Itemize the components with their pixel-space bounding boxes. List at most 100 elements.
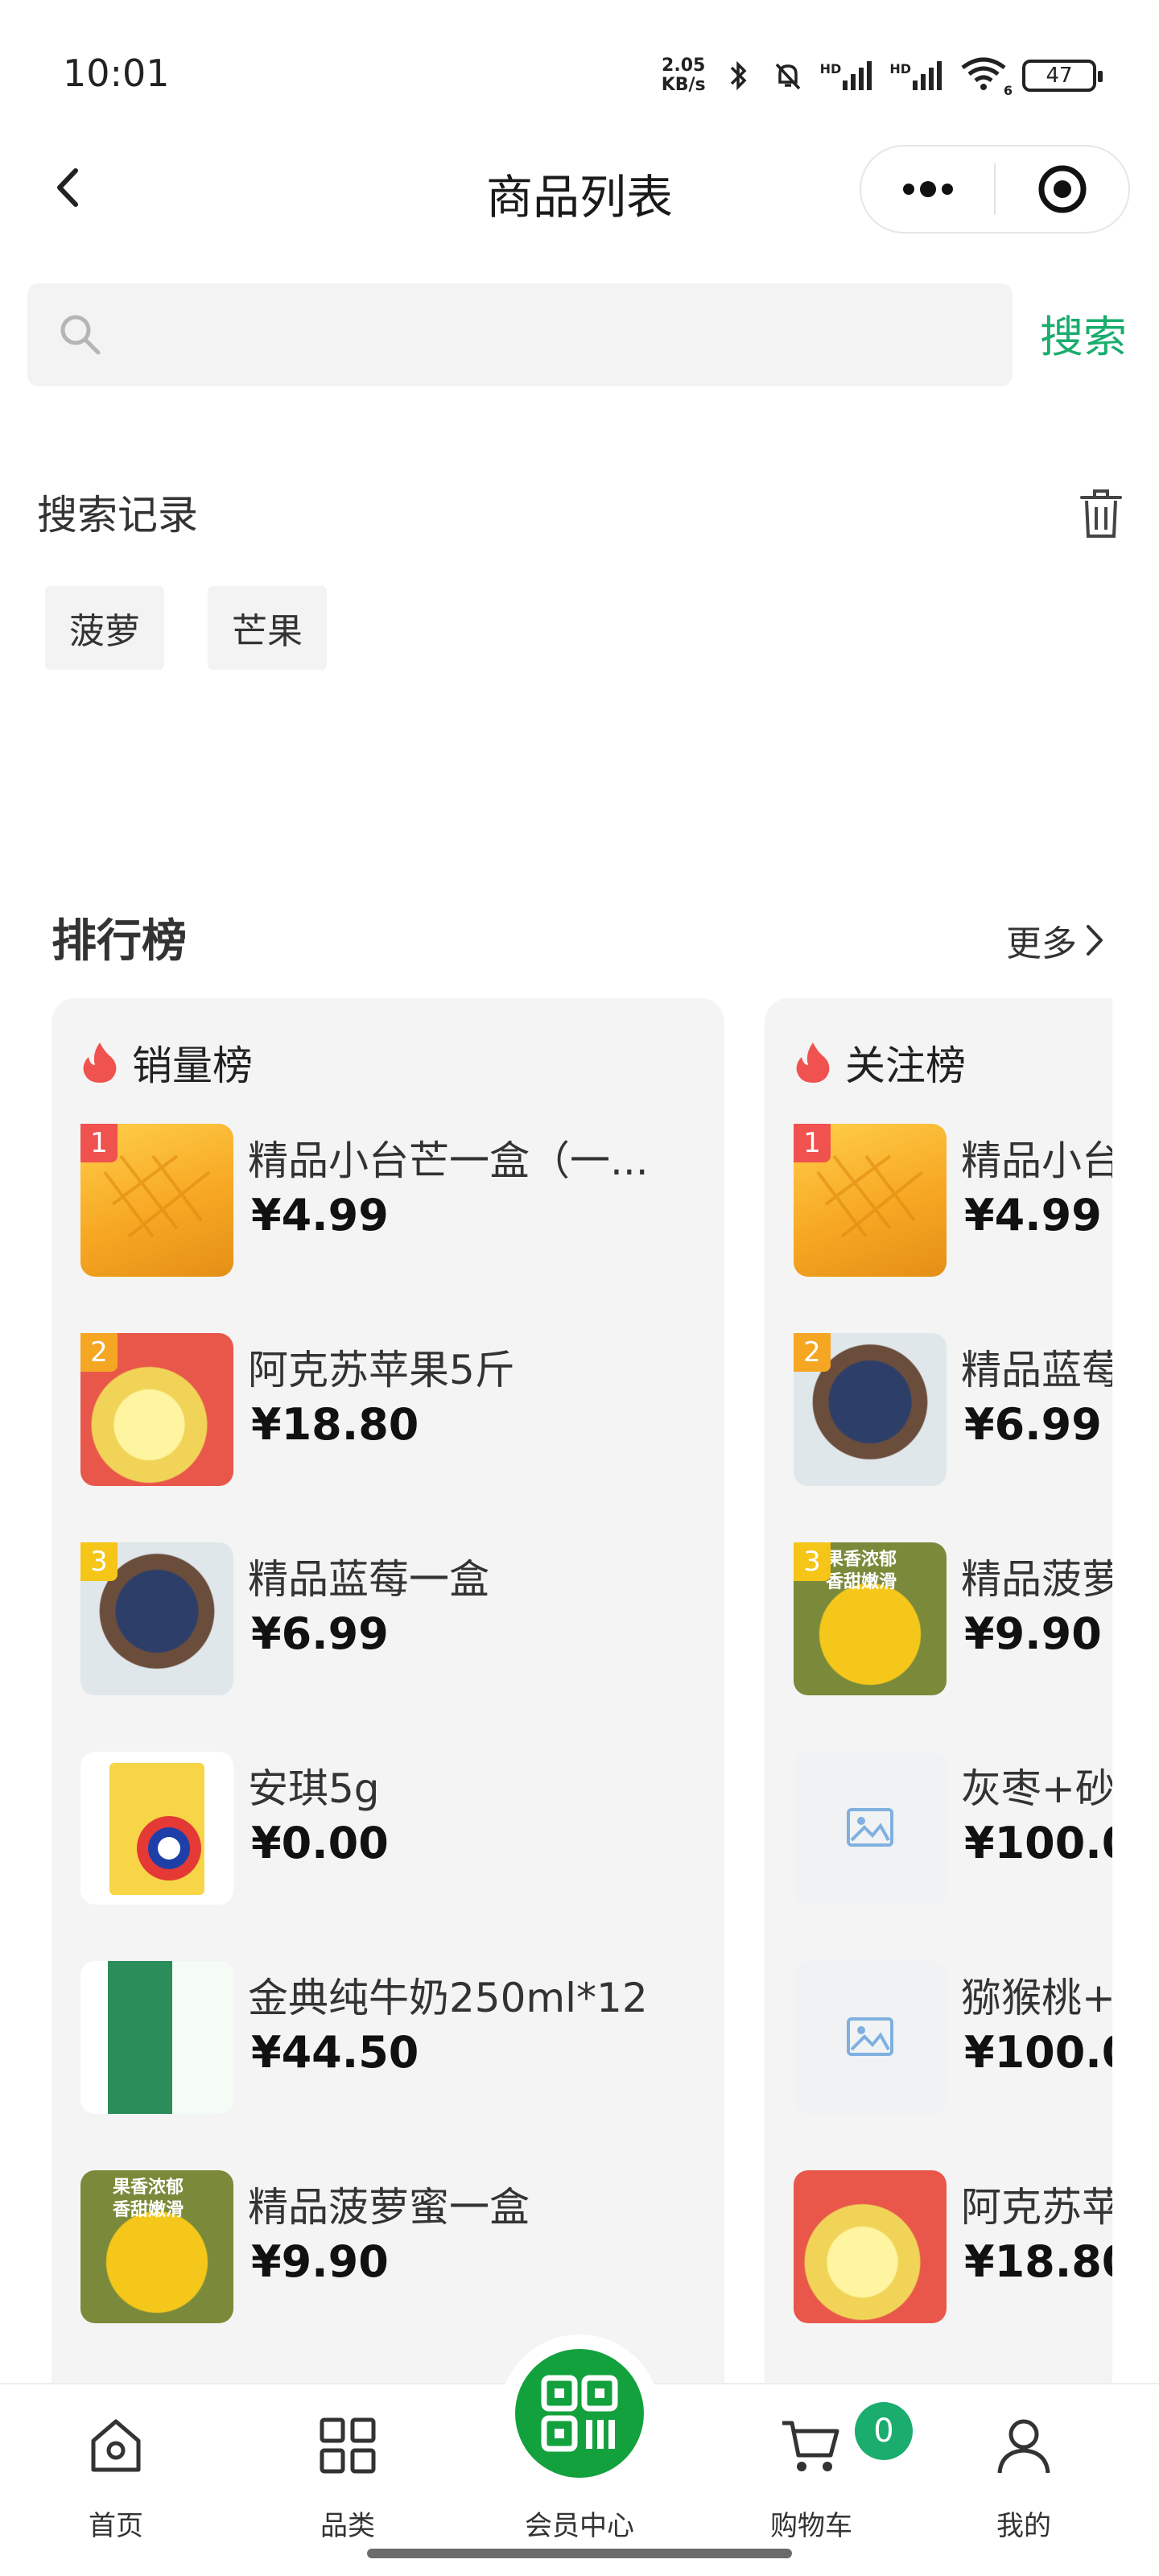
product-price: ¥4.99	[251, 1190, 389, 1241]
ranking-more-link[interactable]: 更多	[1006, 914, 1106, 966]
jackfruit-image: 果香浓郁 香甜嫩滑	[80, 2170, 233, 2323]
ranking-more-label: 更多	[1006, 923, 1077, 964]
rank-item[interactable]: 阿克苏苹 ¥18.80	[794, 2170, 1112, 2323]
product-name: 精品蓝莓	[961, 1347, 1112, 1393]
ranking-scroller[interactable]: 销量榜 1 精品小台芒一盒（一... ¥4.99 2 阿克苏苹果5斤 ¥18.80 3 精品蓝莓…	[0, 998, 1112, 2383]
more-dots-icon	[902, 181, 953, 197]
cart-icon	[782, 2421, 839, 2471]
chevron-right-icon	[1087, 925, 1103, 956]
rank-item[interactable]: 果香浓郁 香甜嫩滑 精品菠萝蜜一盒 ¥9.90	[80, 2170, 708, 2323]
product-thumbnail	[794, 1961, 947, 2114]
more-button[interactable]	[861, 147, 994, 232]
image-caption: 果香浓郁 香甜嫩滑	[113, 2177, 184, 2222]
status-time: 10:01	[63, 52, 170, 95]
bluetooth-icon	[730, 60, 747, 91]
product-thumbnail: 果香浓郁 香甜嫩滑 3	[794, 1542, 947, 1695]
mute-bell-icon	[775, 63, 800, 90]
tab-label: 购物车	[770, 2510, 852, 2542]
product-thumbnail	[794, 2170, 947, 2323]
product-thumbnail: 2	[80, 1333, 233, 1486]
rank-item[interactable]: 2 精品蓝莓 ¥6.99	[794, 1333, 1112, 1486]
member-center-button[interactable]	[515, 2349, 644, 2478]
rank-badge: 1	[80, 1124, 118, 1162]
cart-count-badge: 0	[855, 2402, 913, 2460]
product-price: ¥100.0	[964, 1818, 1112, 1868]
search-input[interactable]	[27, 283, 1013, 386]
history-tag[interactable]: 芒果	[208, 586, 327, 670]
product-name: 精品小台芒一盒（一...	[248, 1137, 649, 1184]
network-speed-value: 2.05	[662, 56, 706, 76]
tab-label: 品类	[320, 2510, 375, 2542]
product-thumbnail	[794, 1752, 947, 1905]
board-title: 关注榜	[845, 1042, 966, 1089]
rank-badge: 2	[80, 1333, 118, 1372]
rank-badge: 3	[80, 1542, 118, 1581]
home-icon	[91, 2419, 141, 2472]
product-name: 猕猴桃+	[961, 1975, 1112, 2021]
wifi-icon	[961, 57, 1006, 90]
product-price: ¥9.90	[251, 2236, 389, 2287]
rank-item[interactable]: 灰枣+砂 ¥100.0	[794, 1752, 1112, 1905]
rank-item[interactable]: 1 精品小台 ¥4.99	[794, 1124, 1112, 1277]
image-placeholder	[794, 1961, 947, 2114]
product-name: 金典纯牛奶250ml*12	[248, 1975, 648, 2021]
home-indicator	[367, 2549, 792, 2558]
grid-icon	[320, 2417, 376, 2474]
signal-label: HD	[819, 61, 842, 76]
status-bar: 10:01 2.05 KB/s HD HD 6 47	[0, 0, 1159, 145]
rank-item[interactable]: 果香浓郁 香甜嫩滑 3 精品菠萝 ¥9.90	[794, 1542, 1112, 1695]
battery-level: 47	[1046, 64, 1073, 88]
qr-code-icon	[541, 2375, 618, 2452]
product-thumbnail	[80, 1961, 233, 2114]
board-header: 销量榜	[80, 1034, 253, 1092]
rank-item[interactable]: 金典纯牛奶250ml*12 ¥44.50	[80, 1961, 708, 2114]
rank-item[interactable]: 2 阿克苏苹果5斤 ¥18.80	[80, 1333, 708, 1486]
product-name: 阿克苏苹	[961, 2184, 1112, 2231]
follow-board: 关注榜 1 精品小台 ¥4.99 2 精品蓝莓 ¥6.99 果香浓郁 香甜嫩滑 3 精品菠萝 ¥9.9…	[765, 998, 1112, 2383]
signal-bars-icon	[913, 61, 942, 90]
search-button[interactable]: 搜索	[1040, 301, 1127, 365]
product-price: ¥100.0	[964, 2027, 1112, 2078]
rank-item[interactable]: 3 精品蓝莓一盒 ¥6.99	[80, 1542, 708, 1695]
wifi: 6	[959, 56, 1013, 98]
close-program-button[interactable]	[996, 147, 1128, 232]
ranking-title: 排行榜	[52, 915, 187, 968]
product-thumbnail	[80, 1752, 233, 1905]
image-caption-line: 香甜嫩滑	[113, 2200, 184, 2220]
tab-mine[interactable]: 我的	[927, 2384, 1120, 2576]
signal-2: HD	[889, 61, 945, 90]
milk-box-image	[80, 1961, 233, 2114]
product-thumbnail: 1	[80, 1124, 233, 1277]
trash-icon[interactable]	[1079, 488, 1124, 541]
tab-home[interactable]: 首页	[19, 2384, 212, 2576]
product-price: ¥6.99	[964, 1399, 1102, 1450]
product-price: ¥18.80	[964, 2236, 1112, 2287]
search-icon	[60, 315, 101, 355]
product-price: ¥9.90	[964, 1608, 1102, 1659]
rank-badge: 3	[794, 1542, 831, 1581]
rank-item[interactable]: 猕猴桃+ ¥100.0	[794, 1961, 1112, 2114]
signal-bars-icon	[843, 61, 872, 90]
rank-item[interactable]: 1 精品小台芒一盒（一... ¥4.99	[80, 1124, 708, 1277]
product-name: 精品小台	[961, 1137, 1112, 1184]
image-caption: 果香浓郁 香甜嫩滑	[826, 1549, 897, 1594]
tab-category[interactable]: 品类	[251, 2384, 444, 2576]
nav-bar: 商品列表	[0, 145, 1159, 233]
network-speed-unit: KB/s	[661, 75, 706, 95]
history-tag[interactable]: 菠萝	[45, 586, 164, 670]
product-name: 阿克苏苹果5斤	[248, 1347, 515, 1393]
yeast-package-image	[80, 1752, 233, 1905]
wifi-sub: 6	[1003, 83, 1013, 98]
rank-badge: 1	[794, 1124, 831, 1162]
image-caption-line: 香甜嫩滑	[826, 1572, 897, 1592]
apple-image	[794, 2170, 947, 2323]
network-speed: 2.05 KB/s	[662, 56, 706, 95]
search-history-title: 搜索记录	[37, 492, 198, 539]
tab-label: 我的	[996, 2510, 1051, 2542]
fire-icon	[796, 1042, 830, 1083]
product-thumbnail: 3	[80, 1542, 233, 1695]
board-title: 销量榜	[132, 1042, 253, 1089]
product-name: 精品蓝莓一盒	[248, 1556, 489, 1603]
rank-item[interactable]: 安琪5g ¥0.00	[80, 1752, 708, 1905]
image-caption-line: 果香浓郁	[113, 2178, 184, 2198]
